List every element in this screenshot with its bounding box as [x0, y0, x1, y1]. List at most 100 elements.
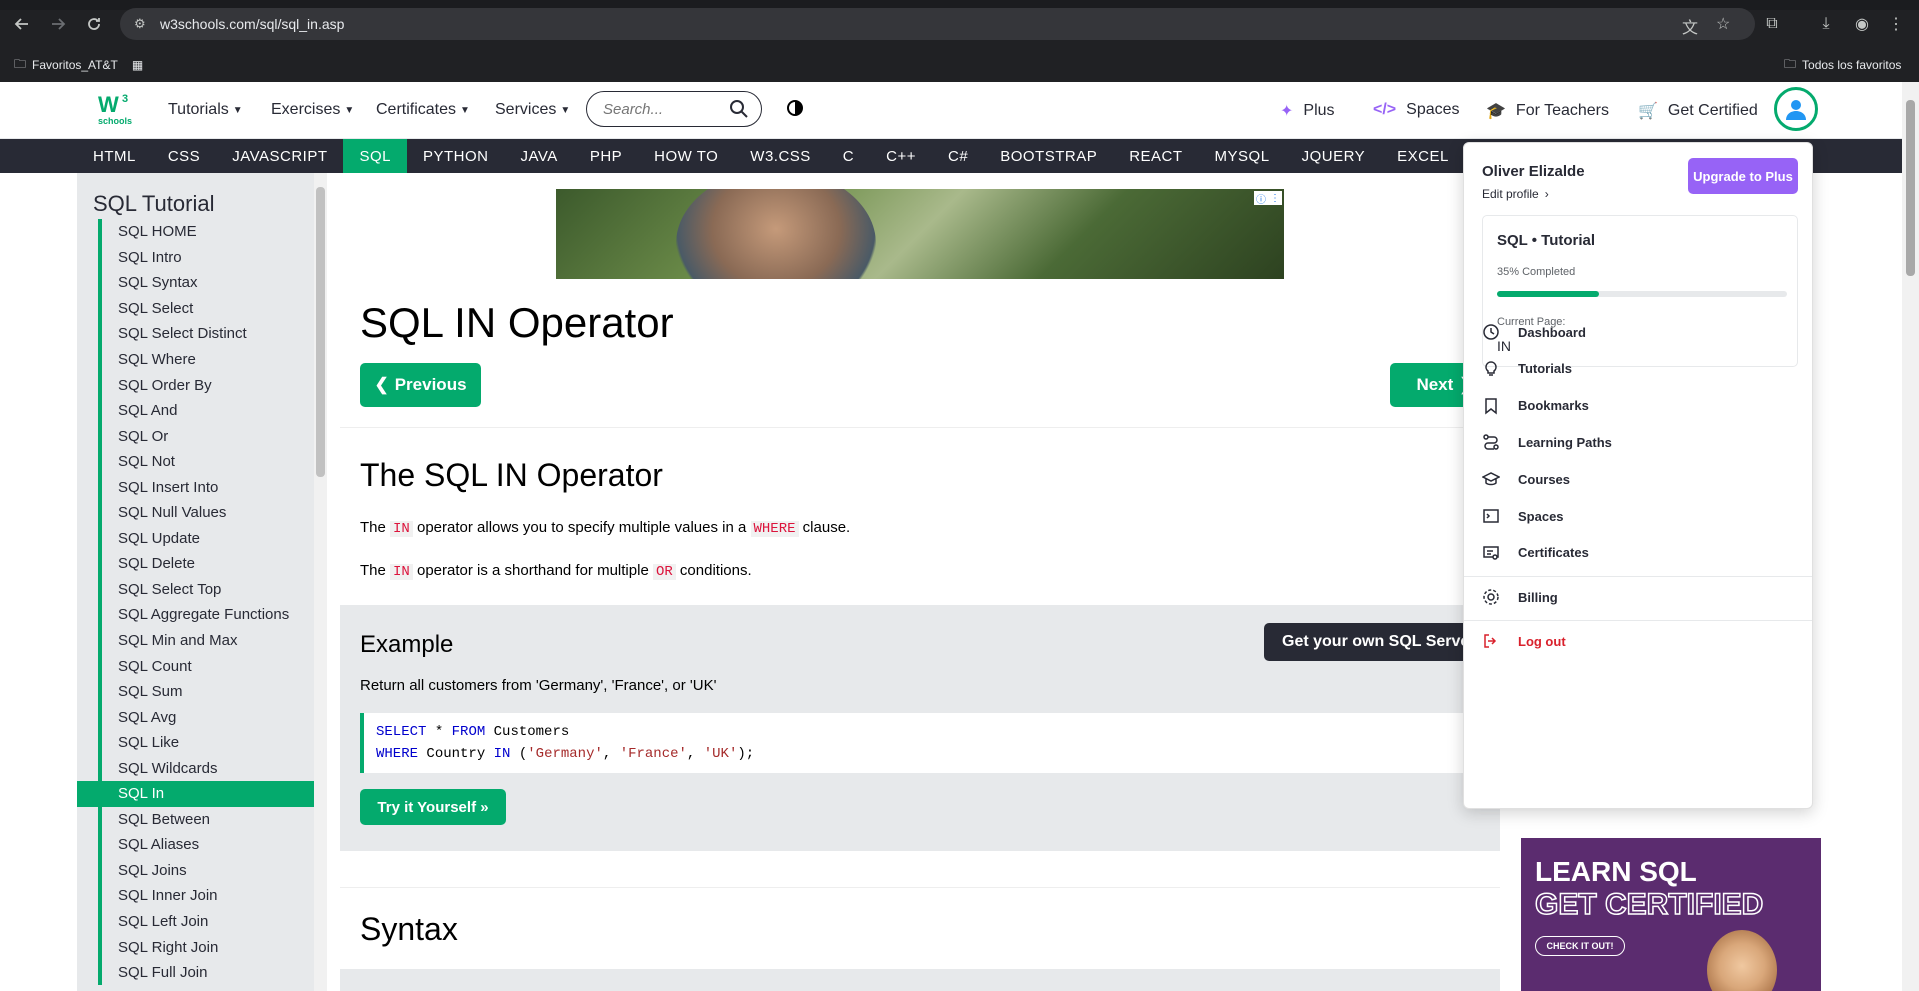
search-icon[interactable]	[729, 99, 749, 119]
lang-tab-jquery[interactable]: JQUERY	[1286, 139, 1382, 173]
learn-sql-ad[interactable]: LEARN SQL GET CERTIFIED CHECK IT OUT!	[1521, 838, 1821, 991]
get-certified-link[interactable]: 🛒 Get Certified	[1638, 101, 1758, 121]
menu-item-billing[interactable]: Billing	[1482, 585, 1558, 609]
ad-cta-button[interactable]: CHECK IT OUT!	[1535, 936, 1625, 956]
scrollbar-thumb[interactable]	[1906, 100, 1915, 276]
nav-services[interactable]: Services ▼	[495, 101, 570, 119]
menu-item-bookmarks[interactable]: Bookmarks	[1482, 394, 1589, 418]
sidebar-item[interactable]: SQL Aggregate Functions	[77, 602, 314, 628]
lang-tab-w3-css[interactable]: W3.CSS	[734, 139, 827, 173]
apps-icon[interactable]: ▦	[132, 58, 143, 72]
menu-item-dashboard[interactable]: Dashboard	[1482, 320, 1586, 344]
lang-tab-bootstrap[interactable]: BOOTSTRAP	[984, 139, 1113, 173]
menu-item-spaces[interactable]: Spaces	[1482, 504, 1564, 528]
address-bar[interactable]: ⚙ w3schools.com/sql/sql_in.asp	[120, 8, 1755, 40]
theme-toggle[interactable]	[786, 99, 804, 122]
lang-tab-c[interactable]: C	[827, 139, 870, 173]
sidebar-item[interactable]: SQL Or	[77, 423, 314, 449]
sidebar-item[interactable]: SQL Right Join	[77, 934, 314, 960]
sidebar-item[interactable]: SQL Wildcards	[77, 755, 314, 781]
sidebar-item[interactable]: SQL Sum	[77, 678, 314, 705]
menu-item-certificates[interactable]: Certificates	[1482, 541, 1589, 565]
try-it-yourself-button[interactable]: Try it Yourself »	[360, 789, 506, 825]
lang-tab-how-to[interactable]: HOW TO	[638, 139, 734, 173]
sidebar-item[interactable]: SQL Count	[77, 653, 314, 679]
lang-tab-javascript[interactable]: JAVASCRIPT	[216, 139, 343, 173]
nav-certificates[interactable]: Certificates ▼	[376, 101, 470, 119]
menu-item-tutorials[interactable]: Tutorials	[1482, 357, 1572, 381]
lang-tab-c-[interactable]: C#	[932, 139, 984, 173]
menu-icon[interactable]: ⋮	[1884, 12, 1908, 36]
sidebar-item[interactable]: SQL Syntax	[77, 270, 314, 296]
nav-tutorials[interactable]: Tutorials ▼	[168, 101, 243, 119]
bookmark-favoritos[interactable]: 🗀 Favoritos_AT&T	[14, 55, 118, 76]
sidebar-item[interactable]: SQL Null Values	[77, 500, 314, 526]
sidebar-item[interactable]: SQL Insert Into	[77, 474, 314, 500]
lang-tab-react[interactable]: REACT	[1113, 139, 1198, 173]
sidebar-item[interactable]: SQL Inner Join	[77, 883, 314, 909]
plus-link[interactable]: ✦ Plus	[1280, 101, 1335, 121]
advertisement-banner[interactable]: ⓘ ⋮	[556, 189, 1284, 279]
forward-button[interactable]	[44, 10, 72, 38]
sidebar-item[interactable]: SQL Update	[77, 525, 314, 552]
lang-tab-css[interactable]: CSS	[152, 139, 216, 173]
upgrade-to-plus-button[interactable]: Upgrade to Plus	[1688, 158, 1798, 194]
avatar-button[interactable]	[1774, 87, 1818, 131]
ad-choices[interactable]: ⓘ ⋮	[1254, 191, 1282, 206]
back-button[interactable]	[8, 10, 36, 38]
nav-exercises[interactable]: Exercises ▼	[271, 101, 354, 119]
caret-down-icon: ▼	[560, 104, 571, 116]
sidebar-item[interactable]: SQL Like	[77, 729, 314, 756]
sidebar-item[interactable]: SQL Select Top	[77, 576, 314, 603]
profile-icon[interactable]: ◉	[1850, 12, 1874, 36]
lang-tab-php[interactable]: PHP	[574, 139, 638, 173]
get-sql-server-button[interactable]: Get your own SQL Server	[1264, 623, 1484, 661]
menu-item-learning-paths[interactable]: Learning Paths	[1482, 430, 1612, 454]
sidebar-item[interactable]: SQL Select	[77, 295, 314, 322]
lang-tab-mysql[interactable]: MYSQL	[1199, 139, 1286, 173]
site-settings-icon[interactable]: ⚙	[134, 16, 150, 32]
ad-menu-icon[interactable]: ⋮	[1270, 193, 1280, 204]
sidebar-item[interactable]: SQL Delete	[77, 551, 314, 577]
menu-item-logout[interactable]: Log out	[1482, 629, 1566, 653]
sidebar-item[interactable]: SQL Where	[77, 346, 314, 373]
w3schools-logo[interactable]: W 3 schools	[96, 90, 136, 130]
sidebar-item[interactable]: SQL Left Join	[77, 908, 314, 935]
sidebar-item[interactable]: SQL Avg	[77, 704, 314, 730]
sidebar-item[interactable]: SQL Aliases	[77, 832, 314, 858]
translate-icon[interactable]: 文	[1682, 14, 1698, 38]
sidebar-item[interactable]: SQL Select Distinct	[77, 321, 314, 347]
lang-tab-java[interactable]: JAVA	[505, 139, 574, 173]
star-icon[interactable]: ☆	[1716, 14, 1730, 34]
progress-card[interactable]: SQL • Tutorial 35% Completed Current Pag…	[1482, 215, 1798, 367]
menu-item-courses[interactable]: Courses	[1482, 467, 1570, 491]
spaces-link[interactable]: </> Spaces	[1373, 101, 1460, 119]
lang-tab-python[interactable]: PYTHON	[407, 139, 505, 173]
sidebar-scrollbar[interactable]	[314, 173, 327, 991]
previous-button[interactable]: ❮ Previous	[360, 363, 481, 407]
lang-tab-c-[interactable]: C++	[870, 139, 932, 173]
lang-tab-excel[interactable]: EXCEL	[1381, 139, 1465, 173]
edit-profile-link[interactable]: Edit profile ›	[1482, 187, 1549, 201]
sidebar-item[interactable]: SQL Between	[77, 806, 314, 833]
sidebar-item[interactable]: SQL HOME	[77, 219, 314, 245]
sidebar-item[interactable]: SQL And	[77, 397, 314, 424]
all-bookmarks[interactable]: 🗀 Todos los favoritos	[1784, 55, 1901, 76]
sidebar-item[interactable]: SQL Order By	[77, 372, 314, 398]
info-icon[interactable]: ⓘ	[1256, 191, 1266, 206]
sidebar-item[interactable]: SQL Intro	[77, 244, 314, 271]
search-input[interactable]	[603, 100, 723, 118]
sidebar-item[interactable]: SQL In	[77, 781, 314, 807]
download-icon[interactable]: ⤓	[1814, 12, 1838, 36]
scrollbar-thumb[interactable]	[316, 187, 325, 477]
sidebar-item[interactable]: SQL Min and Max	[77, 627, 314, 654]
lang-tab-sql[interactable]: SQL	[343, 139, 407, 173]
sidebar-item[interactable]: SQL Joins	[77, 857, 314, 884]
lang-tab-html[interactable]: HTML	[77, 139, 152, 173]
sidebar-item[interactable]: SQL Full Join	[77, 959, 314, 986]
sidebar-item[interactable]: SQL Not	[77, 448, 314, 475]
reload-button[interactable]	[80, 10, 108, 38]
page-scrollbar[interactable]	[1902, 82, 1919, 991]
for-teachers-link[interactable]: 🎓 For Teachers	[1486, 101, 1609, 121]
extensions-icon[interactable]: ⧉	[1760, 12, 1784, 36]
